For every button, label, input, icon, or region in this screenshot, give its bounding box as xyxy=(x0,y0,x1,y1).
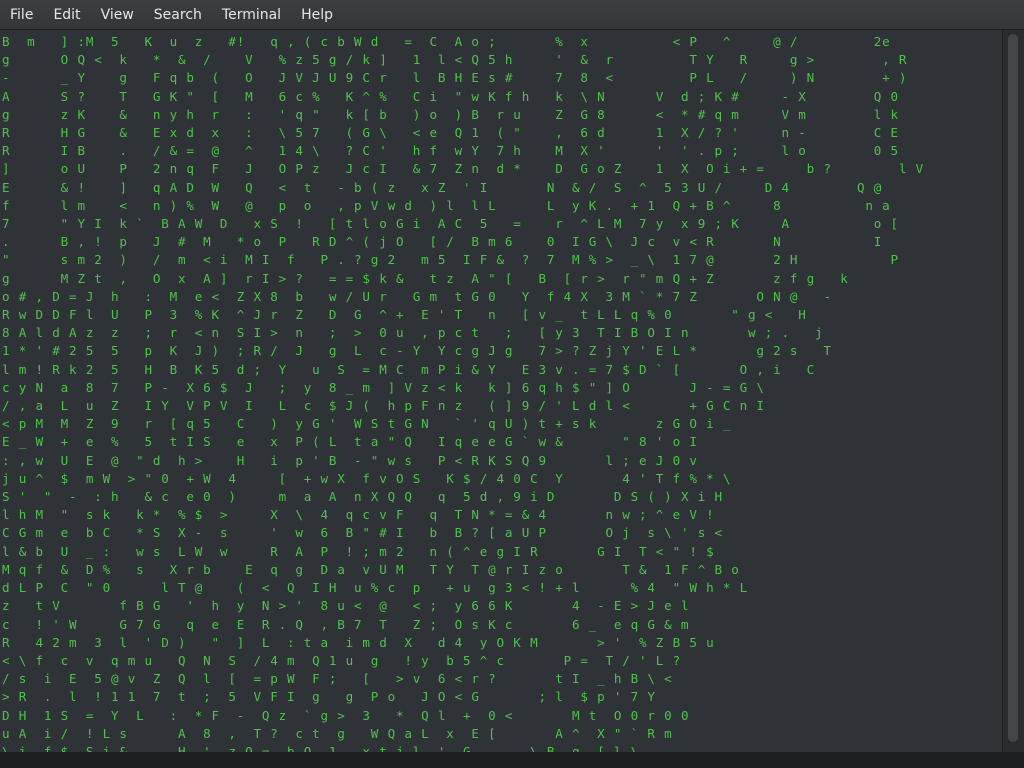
terminal-window: File Edit View Search Terminal Help B m … xyxy=(0,0,1024,768)
bottom-bar xyxy=(0,752,1024,768)
menu-view[interactable]: View xyxy=(91,0,144,30)
terminal-area[interactable]: B m ] :M 5 K u z #! q , ( c b W d = C A … xyxy=(0,30,1002,752)
terminal-output[interactable]: B m ] :M 5 K u z #! q , ( c b W d = C A … xyxy=(0,30,1002,752)
scrollbar-thumb[interactable] xyxy=(1008,34,1018,742)
menu-file[interactable]: File xyxy=(0,0,43,30)
menu-bar: File Edit View Search Terminal Help xyxy=(0,0,1024,30)
menu-help[interactable]: Help xyxy=(291,0,343,30)
terminal-scrollbar[interactable] xyxy=(1002,30,1024,752)
menu-edit[interactable]: Edit xyxy=(43,0,90,30)
menu-terminal[interactable]: Terminal xyxy=(212,0,291,30)
menu-search[interactable]: Search xyxy=(144,0,212,30)
